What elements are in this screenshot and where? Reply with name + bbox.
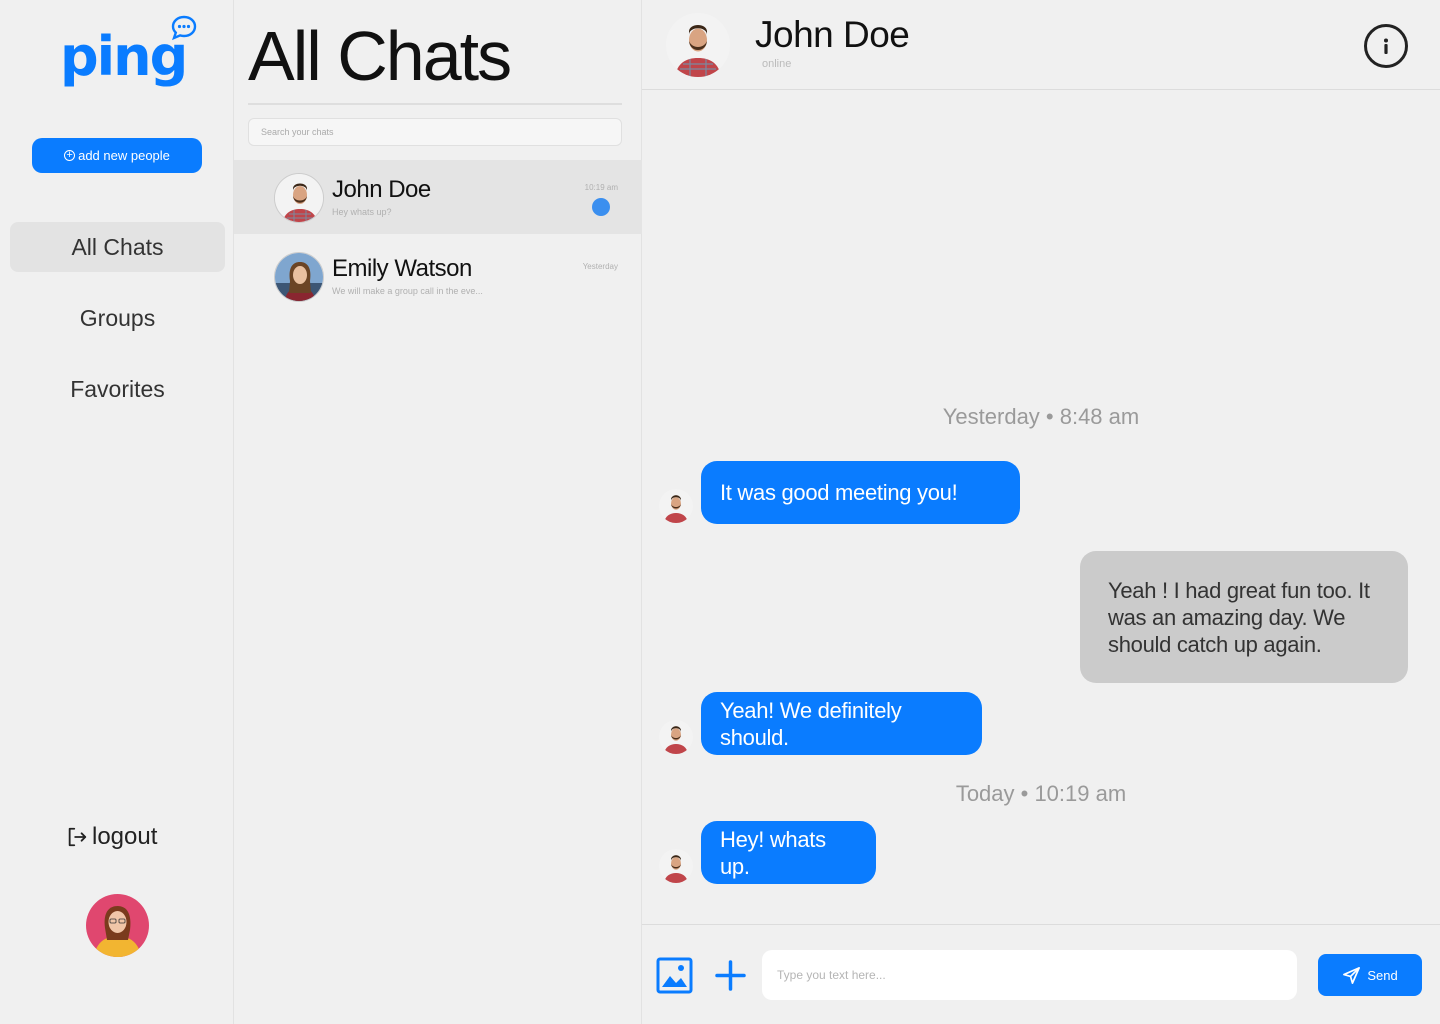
avatar (274, 173, 324, 223)
message-input[interactable] (762, 950, 1297, 1000)
sender-avatar (659, 849, 693, 883)
message-bubble-outgoing[interactable]: Yeah ! I had great fun too. It was an am… (1080, 551, 1408, 683)
sidebar-item-groups[interactable]: Groups (10, 293, 225, 343)
timestamp-divider: Yesterday • 8:48 am (942, 404, 1140, 429)
chat-preview: Hey whats up? (332, 207, 392, 217)
contact-status: online (762, 58, 792, 70)
conversation-panel: John Doe online Yesterday • 8:48 am It w… (642, 0, 1440, 1024)
logout-icon (68, 827, 87, 847)
logout-label: logout (92, 823, 158, 850)
message-bubble-incoming[interactable]: It was good meeting you! (701, 461, 1020, 524)
sidebar: ping + add new people All Chats Groups F… (0, 0, 234, 1024)
paper-plane-icon (1343, 966, 1361, 984)
sidebar-item-label: Groups (79, 304, 156, 331)
add-new-people-button[interactable]: + add new people (32, 138, 202, 173)
divider (248, 103, 622, 105)
chat-name: Emily Watson (332, 255, 472, 282)
add-new-people-label: add new people (78, 148, 170, 163)
plus-circle-icon: + (64, 150, 76, 161)
send-label: Send (1367, 967, 1398, 983)
message-text: Yeah! We definitely should. (720, 697, 902, 750)
message-text: Yeah ! I had great fun too. It was an am… (1108, 577, 1370, 657)
send-button[interactable]: Send (1318, 954, 1422, 996)
sidebar-item-label: Favorites (70, 375, 165, 402)
sidebar-item-label: All Chats (71, 233, 164, 260)
sidebar-item-favorites[interactable]: Favorites (10, 364, 225, 414)
avatar (274, 252, 324, 302)
chat-list-panel: All Chats John Doe Hey whats up? 10:19 a… (234, 0, 642, 1024)
chat-bubble-icon (171, 15, 197, 41)
add-attachment-button[interactable] (712, 957, 749, 994)
sender-avatar (659, 489, 693, 523)
message-composer: Send (642, 924, 1440, 1024)
page-title: All Chats (248, 17, 512, 95)
message-text: It was good meeting you! (720, 480, 958, 505)
chat-time: Yesterday (582, 262, 618, 271)
message-bubble-incoming[interactable]: Hey! whats up. (701, 821, 876, 884)
logout-button[interactable]: logout (66, 820, 157, 854)
logo-text: ping (60, 25, 188, 88)
message-text: Hey! whats up. (720, 826, 826, 879)
chat-time: 10:19 am (584, 183, 618, 192)
chat-row-emily-watson[interactable]: Emily Watson We will make a group call i… (234, 239, 642, 313)
contact-name: John Doe (755, 14, 910, 55)
message-bubble-incoming[interactable]: Yeah! We definitely should. (701, 692, 982, 755)
timestamp-divider: Today • 10:19 am (955, 781, 1127, 806)
chat-name: John Doe (332, 176, 431, 203)
contact-avatar[interactable] (666, 13, 730, 77)
plus-icon (715, 960, 746, 991)
conversation-header: John Doe online (642, 0, 1440, 90)
info-icon (1384, 38, 1388, 54)
search-input[interactable] (248, 118, 622, 146)
user-avatar[interactable] (86, 894, 149, 957)
sender-avatar (659, 720, 693, 754)
chat-row-john-doe[interactable]: John Doe Hey whats up? 10:19 am (234, 160, 642, 234)
sidebar-item-all-chats[interactable]: All Chats (10, 222, 225, 272)
info-button[interactable] (1364, 24, 1408, 68)
app-logo[interactable]: ping (60, 15, 200, 98)
chat-preview: We will make a group call in the eve... (332, 286, 483, 296)
image-icon (656, 957, 693, 994)
unread-indicator (592, 198, 610, 216)
attach-image-button[interactable] (656, 957, 693, 994)
